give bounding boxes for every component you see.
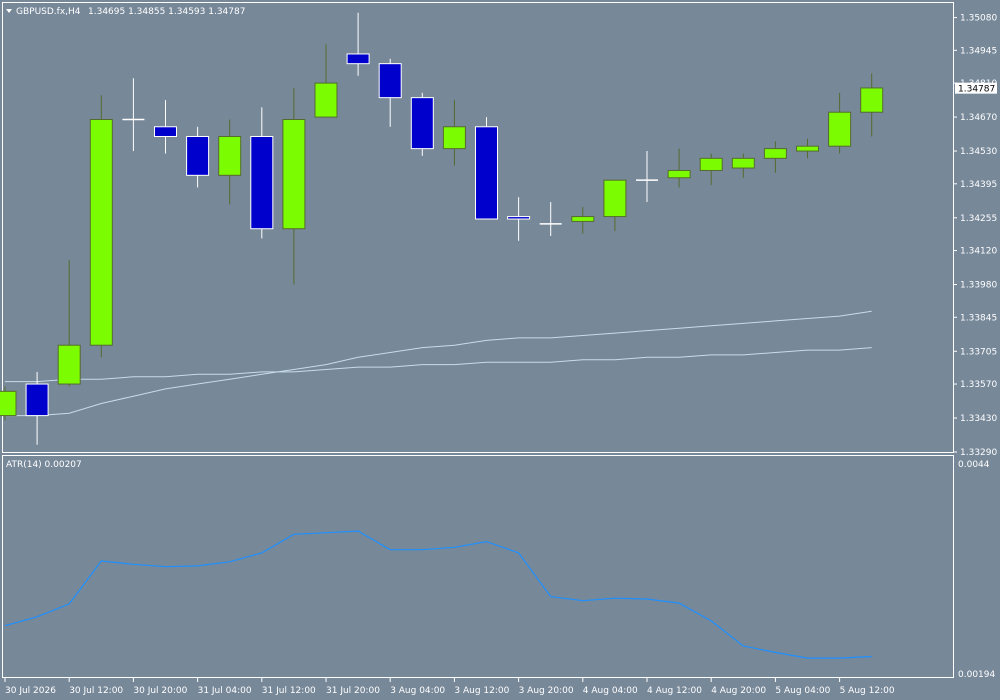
time-tick-label: 4 Aug 20:00 <box>711 686 766 696</box>
time-tick-label: 5 Aug 12:00 <box>840 686 895 696</box>
candle-body <box>571 216 595 222</box>
candle-body <box>314 82 338 118</box>
price-tick-label: 1.33705 <box>960 347 997 357</box>
price-tick-label: 1.33430 <box>960 414 997 424</box>
candle <box>0 386 17 421</box>
chart-background <box>0 0 1000 700</box>
candle-body <box>699 157 723 171</box>
candle-body <box>442 126 466 150</box>
candle-body <box>763 148 787 159</box>
symbol-label: GBPUSD.fx,H4 <box>16 7 81 17</box>
price-tick-label: 1.33570 <box>960 380 997 390</box>
time-tick-label: 3 Aug 12:00 <box>454 686 509 696</box>
price-tick-label: 1.33845 <box>960 313 997 323</box>
current-price-label: 1.34787 <box>958 85 995 95</box>
time-tick-label: 30 Jul 20:00 <box>133 686 187 696</box>
candle-body <box>603 179 627 218</box>
atr-label: ATR(14) 0.00207 <box>6 460 82 470</box>
candle-body <box>860 87 884 113</box>
candle-body <box>282 118 306 230</box>
time-tick-label: 30 Jul 2026 <box>5 686 56 696</box>
price-tick-label: 1.34395 <box>960 180 997 190</box>
atr-scale-top: 0.0044 <box>958 460 990 470</box>
candle-body <box>475 126 498 220</box>
time-tick-label: 3 Aug 20:00 <box>519 686 574 696</box>
candle-body <box>89 118 113 346</box>
time-tick-label: 30 Jul 12:00 <box>69 686 123 696</box>
candle-body <box>378 63 402 99</box>
time-tick-label: 3 Aug 04:00 <box>390 686 445 696</box>
time-tick-label: 31 Jul 12:00 <box>262 686 316 696</box>
chart-window[interactable]: 1.350801.349451.348101.346701.345301.343… <box>0 0 1000 700</box>
ohlc-readout: 1.34695 1.34855 1.34593 1.34787 <box>88 7 245 17</box>
time-tick-label: 31 Jul 20:00 <box>326 686 380 696</box>
time-tick-label: 4 Aug 04:00 <box>583 686 638 696</box>
candle-body <box>828 111 852 147</box>
time-tick-label: 5 Aug 04:00 <box>775 686 830 696</box>
price-tick-label: 1.34945 <box>960 46 997 56</box>
price-tick-label: 1.33980 <box>960 281 997 291</box>
price-tick-label: 1.33290 <box>960 448 997 458</box>
candle-body <box>410 97 434 150</box>
candle-body <box>57 344 81 385</box>
candle-body <box>0 390 17 417</box>
candle-body <box>25 383 49 417</box>
price-tick-label: 1.35080 <box>960 14 997 24</box>
price-tick-label: 1.34120 <box>960 247 997 257</box>
candle-body <box>250 135 274 230</box>
candle-body <box>796 145 819 152</box>
atr-scale-bottom: 0.00194 <box>958 670 995 680</box>
time-tick-label: 31 Jul 04:00 <box>198 686 252 696</box>
price-tick-label: 1.34255 <box>960 214 997 224</box>
candle-body <box>218 135 242 176</box>
candle-body <box>507 216 531 220</box>
time-tick-label: 4 Aug 12:00 <box>647 686 702 696</box>
candle <box>475 117 498 220</box>
candle-body <box>346 53 370 65</box>
price-tick-label: 1.34530 <box>960 147 997 157</box>
candle <box>89 95 113 358</box>
candle-body <box>154 126 177 137</box>
candle-body <box>731 157 755 169</box>
price-tick-label: 1.34670 <box>960 113 997 123</box>
candle-body <box>667 169 691 179</box>
candle-body <box>186 135 210 176</box>
candle <box>410 92 434 156</box>
